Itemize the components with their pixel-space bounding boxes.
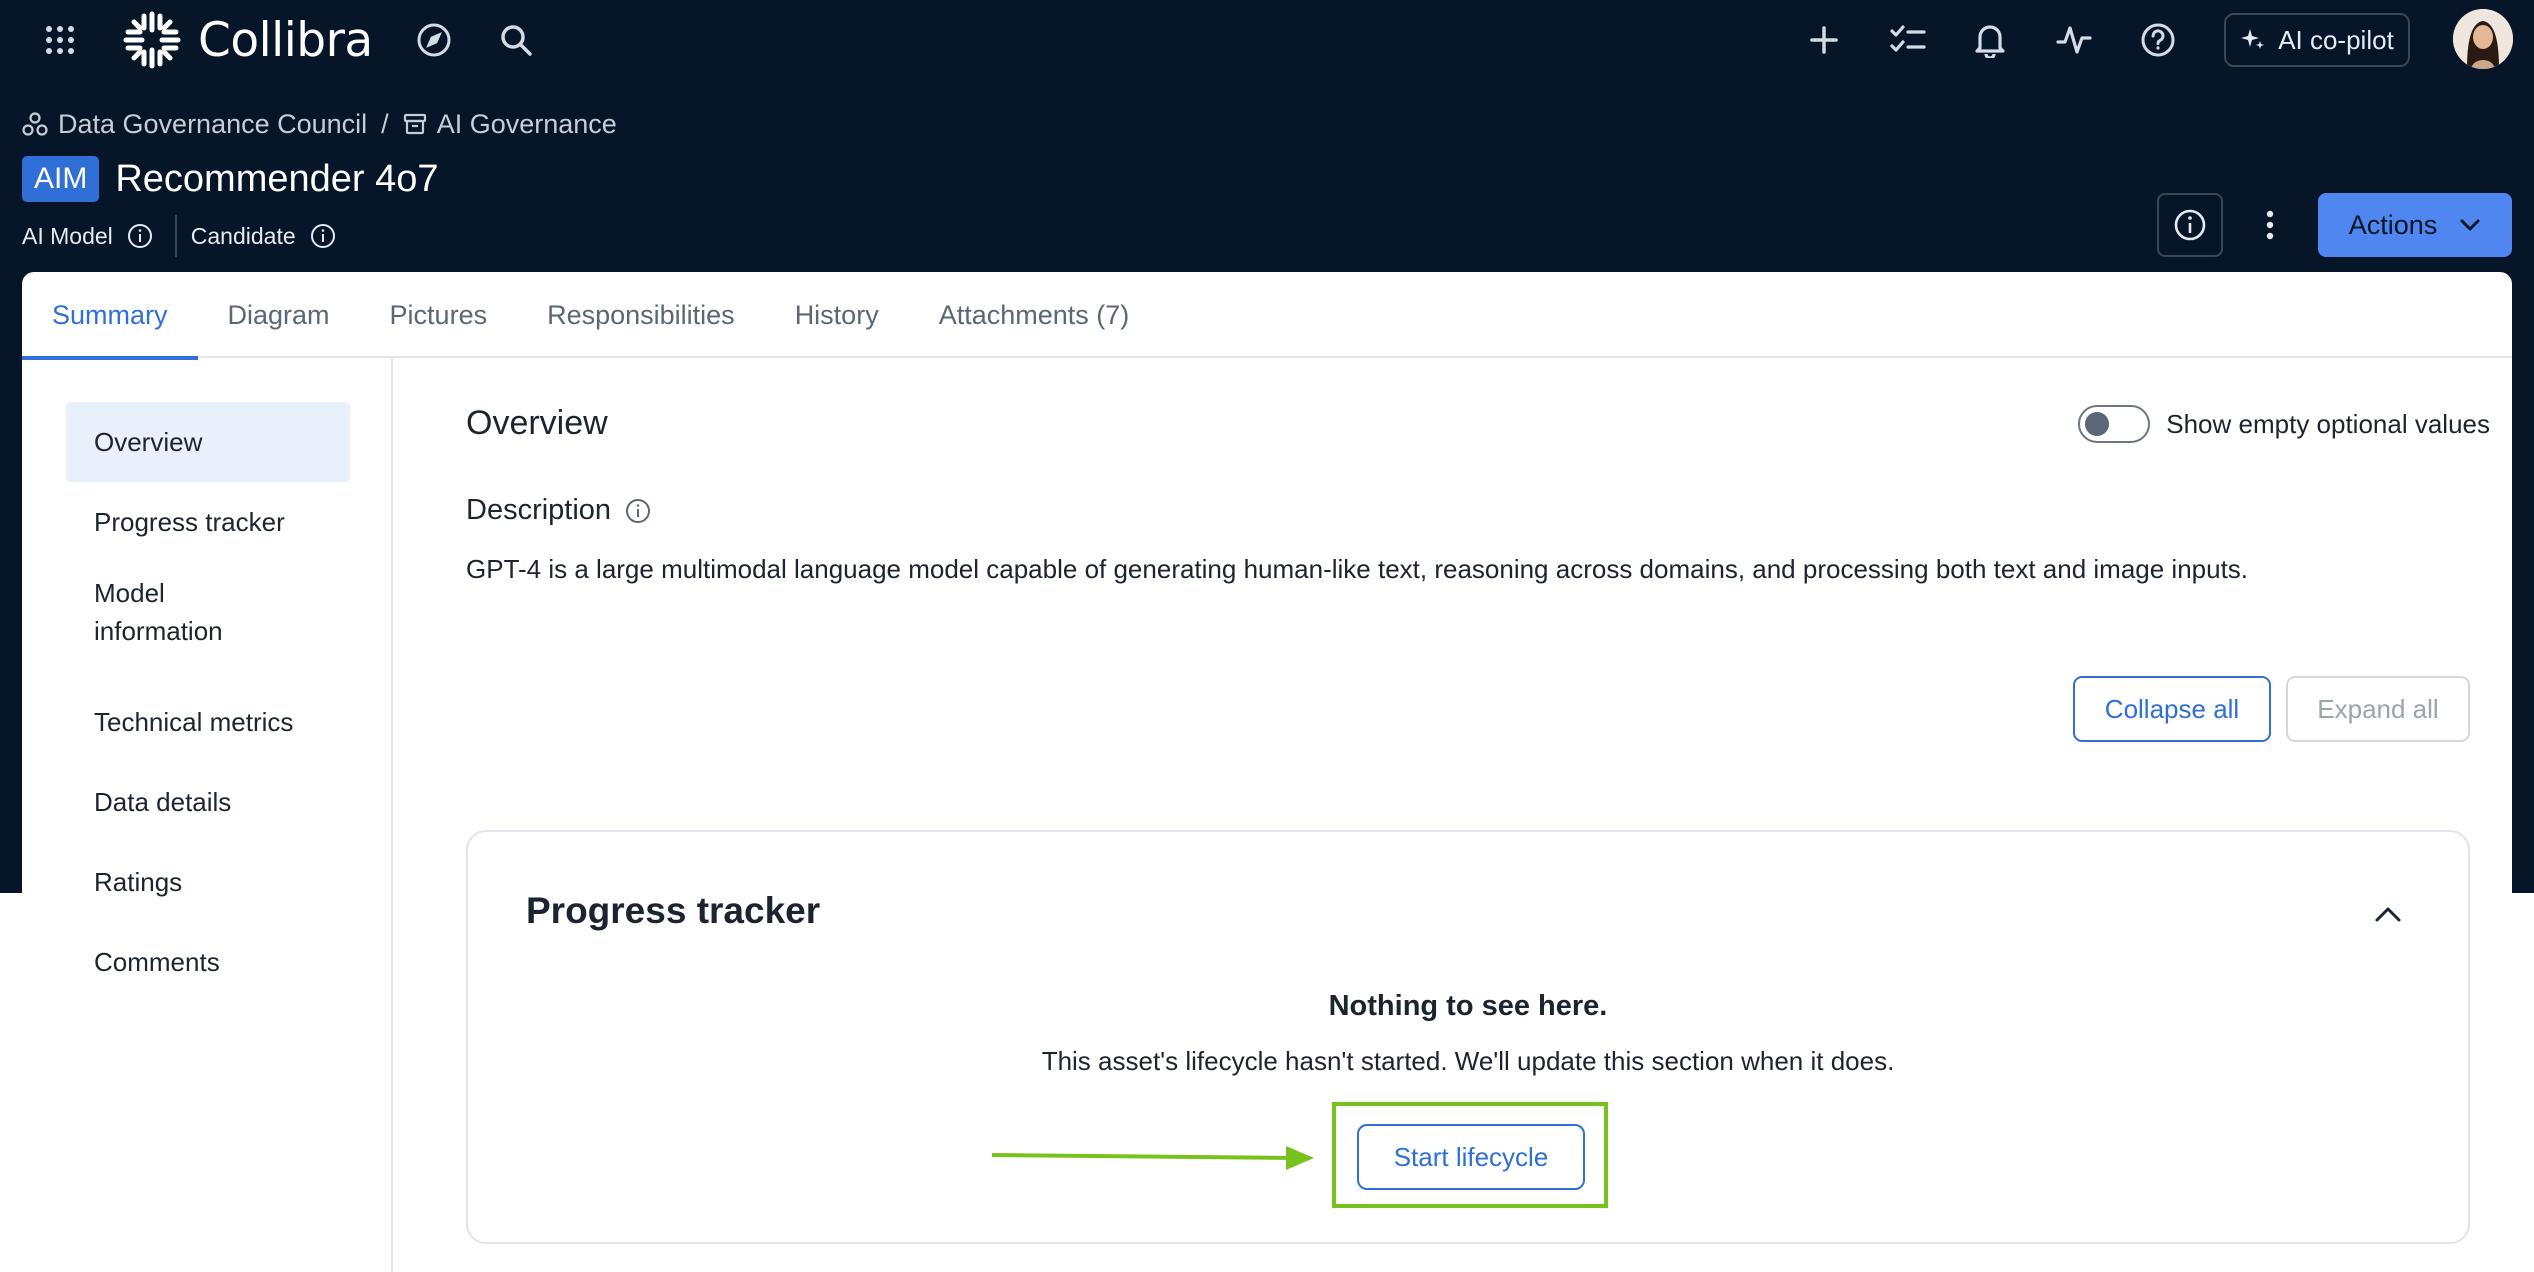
chevron-up-icon [2375, 907, 2401, 922]
bell-icon[interactable] [1968, 18, 2012, 62]
show-empty-toggle-group: Show empty optional values [2078, 405, 2490, 443]
section-navigation: Overview Progress tracker Model informat… [22, 358, 393, 1272]
show-empty-label: Show empty optional values [2166, 408, 2490, 439]
sparkle-icon [2241, 29, 2265, 49]
collapse-all-button[interactable]: Collapse all [2073, 676, 2271, 742]
tab-attachments[interactable]: Attachments (7) [909, 272, 1160, 358]
breadcrumb-community-label: Data Governance Council [58, 108, 368, 139]
top-navigation: Collibra AI co-pilot [0, 0, 2534, 80]
empty-state-subtitle: This asset's lifecycle hasn't started. W… [1041, 1046, 1895, 1076]
tab-history[interactable]: History [765, 272, 909, 358]
info-icon[interactable] [625, 498, 651, 524]
tab-diagram[interactable]: Diagram [198, 272, 360, 358]
more-options-button[interactable] [2254, 200, 2286, 250]
asset-type-badge: AIM [22, 156, 100, 202]
breadcrumb-community[interactable]: Data Governance Council [22, 109, 367, 140]
activity-icon[interactable] [2052, 18, 2096, 62]
asset-meta-row: AI Model Candidate [22, 215, 336, 257]
actions-button[interactable]: Actions [2318, 193, 2512, 257]
asset-status-label: Candidate [190, 222, 296, 249]
avatar[interactable] [2453, 9, 2513, 69]
description-heading: Description [466, 494, 651, 527]
app-name: Collibra [198, 12, 373, 68]
page-title: Recommender 4o7 [115, 157, 439, 200]
tasks-icon[interactable] [1886, 18, 1930, 62]
sidebar-item-comments[interactable]: Comments [66, 922, 350, 1002]
domain-icon [403, 113, 426, 135]
overview-title: Overview [466, 404, 608, 442]
tab-summary[interactable]: Summary [22, 272, 198, 360]
toggle-knob [2085, 412, 2110, 436]
tab-pictures[interactable]: Pictures [360, 272, 518, 358]
progress-tracker-title: Progress tracker [526, 890, 821, 931]
sidebar-item-overview[interactable]: Overview [66, 402, 350, 482]
sidebar-item-data-details[interactable]: Data details [66, 762, 350, 842]
compass-icon[interactable] [412, 18, 456, 62]
help-icon[interactable] [2136, 18, 2180, 62]
sidebar-item-ratings[interactable]: Ratings [66, 842, 350, 922]
description-label: Description [466, 494, 612, 526]
meta-divider [174, 215, 177, 257]
collibra-logo[interactable]: Collibra [122, 6, 373, 74]
kebab-icon [2266, 210, 2274, 240]
asset-status: Candidate [191, 223, 336, 250]
progress-tracker-panel: Progress tracker Nothing to see here. Th… [466, 830, 2470, 1244]
actions-label: Actions [2348, 209, 2438, 240]
community-icon [22, 112, 48, 136]
tab-responsibilities[interactable]: Responsibilities [517, 272, 765, 358]
sidebar-item-technical-metrics[interactable]: Technical metrics [66, 682, 350, 762]
asset-info-button[interactable] [2157, 193, 2223, 257]
sidebar-item-model-information[interactable]: Model information [66, 572, 286, 652]
info-icon [2174, 209, 2206, 241]
tab-bar: Summary Diagram Pictures Responsibilitie… [22, 272, 2512, 360]
ai-copilot-label: AI co-pilot [2278, 24, 2394, 55]
search-icon[interactable] [494, 18, 538, 62]
info-icon[interactable] [310, 223, 336, 249]
breadcrumb-domain[interactable]: AI Governance [403, 109, 617, 140]
asset-type-label: AI Model [22, 222, 113, 249]
content-card: Summary Diagram Pictures Responsibilitie… [22, 272, 2512, 1272]
chevron-down-icon [2460, 219, 2480, 231]
ai-copilot-button[interactable]: AI co-pilot [2224, 13, 2410, 67]
expand-all-button[interactable]: Expand all [2286, 676, 2470, 742]
sidebar-item-progress-tracker[interactable]: Progress tracker [66, 482, 350, 562]
asset-type: AI Model [22, 223, 153, 250]
collapse-section-button[interactable] [2368, 894, 2408, 934]
asset-title-row: AIM Recommender 4o7 [22, 155, 439, 203]
breadcrumb-separator: / [381, 108, 389, 139]
show-empty-toggle[interactable] [2078, 405, 2151, 443]
breadcrumb: Data Governance Council / AI Governance [22, 106, 617, 142]
empty-state-title: Nothing to see here. [1328, 990, 1608, 1022]
info-icon[interactable] [127, 223, 153, 249]
main-content: Overview Show empty optional values Desc… [466, 358, 2490, 1272]
app-launcher-icon[interactable] [38, 20, 82, 60]
start-lifecycle-button[interactable]: Start lifecycle [1357, 1124, 1585, 1190]
plus-icon[interactable] [1802, 18, 1846, 62]
annotation-arrow-icon [991, 1146, 1314, 1170]
description-text: GPT-4 is a large multimodal language mod… [466, 554, 2249, 584]
collibra-logo-icon [123, 11, 181, 69]
breadcrumb-domain-label: AI Governance [436, 108, 617, 139]
